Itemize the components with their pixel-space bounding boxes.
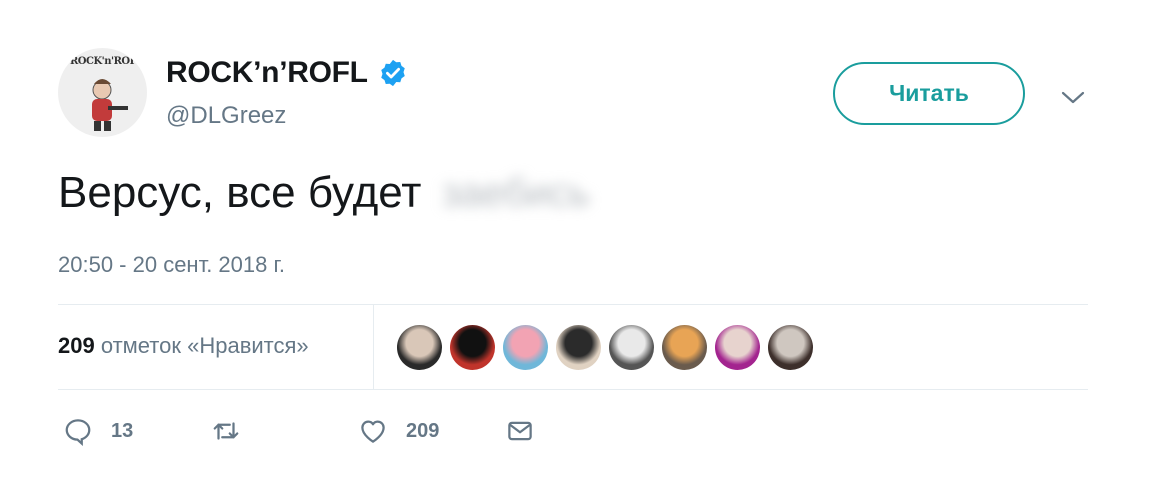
likes-count: 209	[58, 333, 95, 358]
liker-6-avatar[interactable]	[662, 325, 707, 370]
tweet-text-blurred: заебись	[441, 170, 590, 215]
tweet-text-visible: Версус, все будет	[58, 168, 422, 217]
avatar[interactable]: ROCK'n'ROFL	[58, 48, 147, 137]
bottom-divider	[58, 389, 1088, 390]
reply-action[interactable]: 13	[63, 416, 133, 446]
retweet-action[interactable]	[211, 416, 259, 446]
heart-icon	[361, 420, 385, 443]
liker-1-avatar[interactable]	[397, 325, 442, 370]
likes-stat[interactable]: 209 отметок «Нравится»	[58, 333, 309, 359]
envelope-icon	[508, 421, 532, 441]
liker-5-avatar[interactable]	[609, 325, 654, 370]
reply-icon	[65, 419, 91, 446]
display-name[interactable]: ROCK’n’ROFL	[166, 56, 368, 90]
stats-divider	[373, 305, 374, 389]
user-handle[interactable]: @DLGreez	[166, 102, 286, 130]
liker-7-avatar[interactable]	[715, 325, 760, 370]
like-count: 209	[406, 419, 440, 442]
like-action[interactable]: 209	[358, 416, 439, 446]
likes-label: отметок «Нравится»	[100, 333, 309, 358]
likers-list	[397, 325, 813, 370]
liker-4-avatar[interactable]	[556, 325, 601, 370]
avatar-figure-icon	[92, 79, 128, 131]
liker-3-avatar[interactable]	[503, 325, 548, 370]
direct-message-action[interactable]	[505, 416, 535, 446]
follow-button[interactable]: Читать	[833, 62, 1025, 125]
liker-2-avatar[interactable]	[450, 325, 495, 370]
tweet-timestamp[interactable]: 20:50 - 20 сент. 2018 г.	[58, 252, 285, 278]
reply-count: 13	[111, 419, 134, 442]
verified-badge-icon	[380, 59, 405, 87]
user-name-row[interactable]: ROCK’n’ROFL	[166, 56, 408, 90]
liker-8-avatar[interactable]	[768, 325, 813, 370]
top-divider	[58, 304, 1088, 305]
retweet-icon	[213, 422, 239, 440]
tweet-text: Версус, все будет заебись	[58, 168, 590, 218]
chevron-down-icon[interactable]	[1060, 84, 1086, 110]
